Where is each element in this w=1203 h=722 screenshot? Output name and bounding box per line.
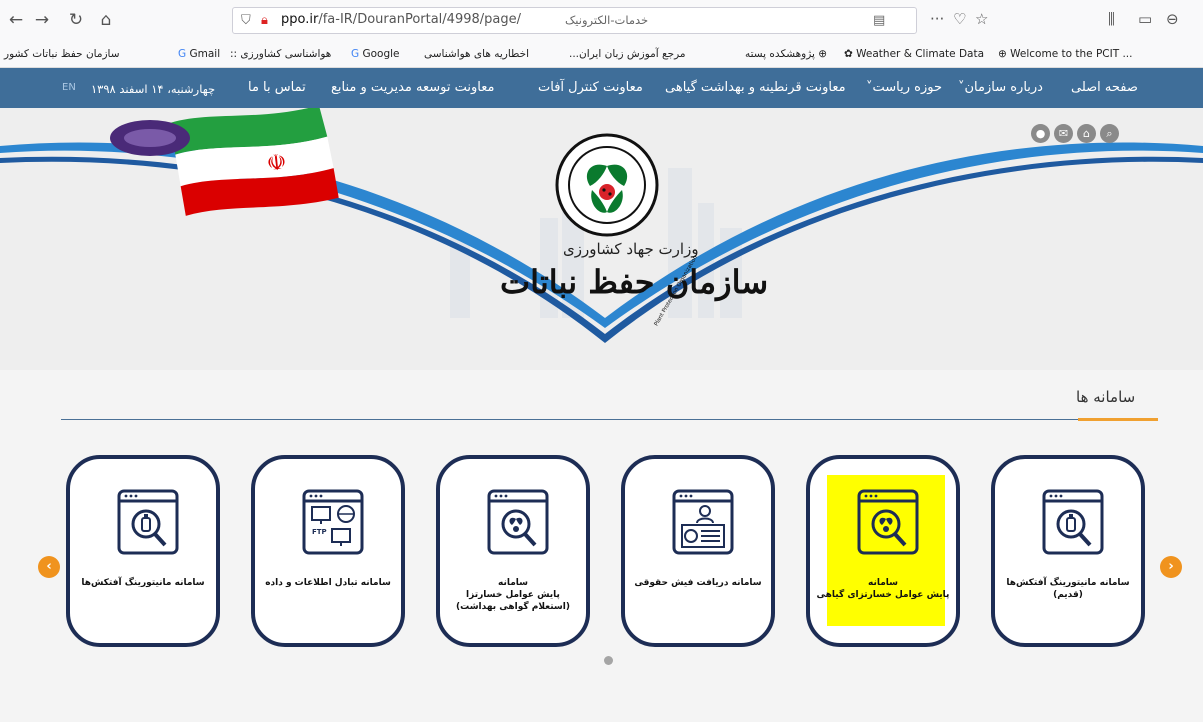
- card-label: سامانه پایش عوامل خسارتزا (استعلام گواهی…: [456, 578, 570, 612]
- organization-name: سازمان حفظ نباتات: [500, 263, 769, 301]
- carousel-pagination-dot[interactable]: [604, 656, 613, 665]
- system-card-payslip[interactable]: سامانه دریافت فیش حقوقی: [621, 455, 775, 647]
- payslip-icon: [672, 489, 734, 555]
- reader-view-icon[interactable]: ▤: [873, 13, 885, 28]
- pocket-icon[interactable]: ♡: [953, 10, 966, 28]
- url-text[interactable]: ppo.ir/fa-IR/DouranPortal/4998/page/: [281, 12, 521, 27]
- header-quick-icons: ● ✉ ⌂ ⌕: [1031, 124, 1119, 143]
- mail-icon[interactable]: ✉: [1054, 124, 1073, 143]
- section-accent-bar: [1078, 418, 1158, 421]
- pesticide-bottle-icon: [117, 489, 179, 555]
- insecure-lock-icon[interactable]: 🔒︎: [261, 13, 268, 28]
- bookmark-pcit[interactable]: ⊕ Welcome to the PCIT ...: [998, 48, 1132, 60]
- menu-resources[interactable]: معاونت توسعه مدیریت و منابع: [331, 80, 494, 95]
- system-card-pesticide[interactable]: سامانه مانیتورینگ آفتکش‌ها: [66, 455, 220, 647]
- menu-home[interactable]: صفحه اصلی: [1071, 80, 1138, 95]
- url-page-title: خدمات-الکترونیک: [565, 13, 649, 27]
- site-menu-bar: صفحه اصلی درباره سازمان˅ حوزه ریاست˅ معا…: [0, 68, 1203, 108]
- bookmark-pesteh[interactable]: ⊕ پژوهشکده پسته: [745, 48, 827, 60]
- banner-artwork: ☫: [0, 108, 1203, 370]
- section-title: سامانه ها: [1076, 388, 1136, 406]
- language-switch[interactable]: EN: [62, 82, 76, 93]
- reload-icon[interactable]: ↻: [66, 10, 86, 30]
- menu-presidency[interactable]: حوزه ریاست˅: [866, 80, 942, 95]
- bookmark-star-icon[interactable]: ☆: [975, 10, 988, 28]
- home-site-icon[interactable]: ⌂: [1077, 124, 1096, 143]
- ministry-name: وزارت جهاد کشاورزی: [563, 240, 699, 258]
- search-icon[interactable]: ⌕: [1100, 124, 1119, 143]
- pesticide-bottle-icon: [1042, 489, 1104, 555]
- system-card-data-exchange[interactable]: FTP سامانه تبادل اطلاعات و داده: [251, 455, 405, 647]
- svg-text:☫: ☫: [266, 150, 288, 177]
- card-label: سامانه پایش عوامل خسارتزای گیاهی: [816, 578, 950, 600]
- bookmark-zaban[interactable]: مرجع آموزش زبان ایران...: [569, 48, 686, 60]
- section-divider: [61, 419, 1158, 420]
- card-label: سامانه دریافت فیش حقوقی: [634, 578, 762, 588]
- carousel-next-arrow[interactable]: ›: [1160, 556, 1182, 578]
- header-banner: ☫ وزارت جهاد کشاورزی سازمان حفظ نباتات P…: [0, 108, 1203, 370]
- menu-quarantine[interactable]: معاونت قرنطینه و بهداشت گیاهی: [665, 80, 846, 95]
- system-card-pest-monitoring[interactable]: سامانه پایش عوامل خسارتزای گیاهی: [806, 455, 960, 647]
- card-label: سامانه تبادل اطلاعات و داده: [265, 578, 391, 588]
- home-icon[interactable]: ⌂: [96, 10, 116, 30]
- card-label: سامانه مانیتورینگ آفتکش‌ها: [81, 578, 205, 588]
- forward-icon[interactable]: →: [32, 10, 52, 30]
- bookmark-weather[interactable]: ✿ Weather & Climate Data: [844, 48, 984, 60]
- shield-icon[interactable]: ⛉: [241, 13, 251, 28]
- bookmark-ppo[interactable]: سازمان حفظ نباتات کشور: [4, 48, 120, 60]
- bookmark-gmail[interactable]: G Gmail: [178, 48, 220, 60]
- browser-toolbar: ← → ↻ ⌂ ⛉ 🔒︎ ppo.ir/fa-IR/DouranPortal/4…: [0, 0, 1203, 40]
- system-card-health-certificate[interactable]: سامانه پایش عوامل خسارتزا (استعلام گواهی…: [436, 455, 590, 647]
- library-icon[interactable]: ⫼: [1108, 10, 1115, 28]
- menu-date: چهارشنبه، ۱۴ اسفند ۱۳۹۸: [91, 82, 216, 96]
- carousel-prev-arrow[interactable]: ‹: [38, 556, 60, 578]
- bookmark-ekhtarieh[interactable]: اخطاریه های هواشناسی: [424, 48, 529, 60]
- back-icon[interactable]: ←: [6, 10, 26, 30]
- sidebar-icon[interactable]: ▭: [1138, 10, 1152, 28]
- ftp-exchange-icon: FTP: [302, 489, 364, 555]
- page-actions-icon[interactable]: ···: [930, 10, 944, 28]
- svg-text:FTP: FTP: [312, 528, 327, 536]
- bookmark-google[interactable]: G Google: [351, 48, 400, 60]
- menu-about[interactable]: درباره سازمان˅: [958, 80, 1043, 95]
- menu-pest-control[interactable]: معاونت کنترل آفات: [538, 80, 643, 95]
- pest-magnifier-icon: [857, 489, 919, 555]
- card-label: سامانه مانیتورینگ آفتکش‌ها (قدیم): [1006, 578, 1130, 600]
- pest-magnifier-icon: [487, 489, 549, 555]
- account-icon[interactable]: ⊖: [1166, 10, 1179, 28]
- system-card-pesticide-old[interactable]: سامانه مانیتورینگ آفتکش‌ها (قدیم): [991, 455, 1145, 647]
- address-bar[interactable]: ⛉ 🔒︎ ppo.ir/fa-IR/DouranPortal/4998/page…: [232, 7, 917, 34]
- bookmark-agrimet[interactable]: هواشناسی کشاورزی ::: [230, 48, 331, 60]
- bookmarks-bar: ⊕ Welcome to the PCIT ... ✿ Weather & Cl…: [0, 40, 1203, 68]
- user-icon[interactable]: ●: [1031, 124, 1050, 143]
- menu-contact[interactable]: تماس با ما: [248, 80, 306, 95]
